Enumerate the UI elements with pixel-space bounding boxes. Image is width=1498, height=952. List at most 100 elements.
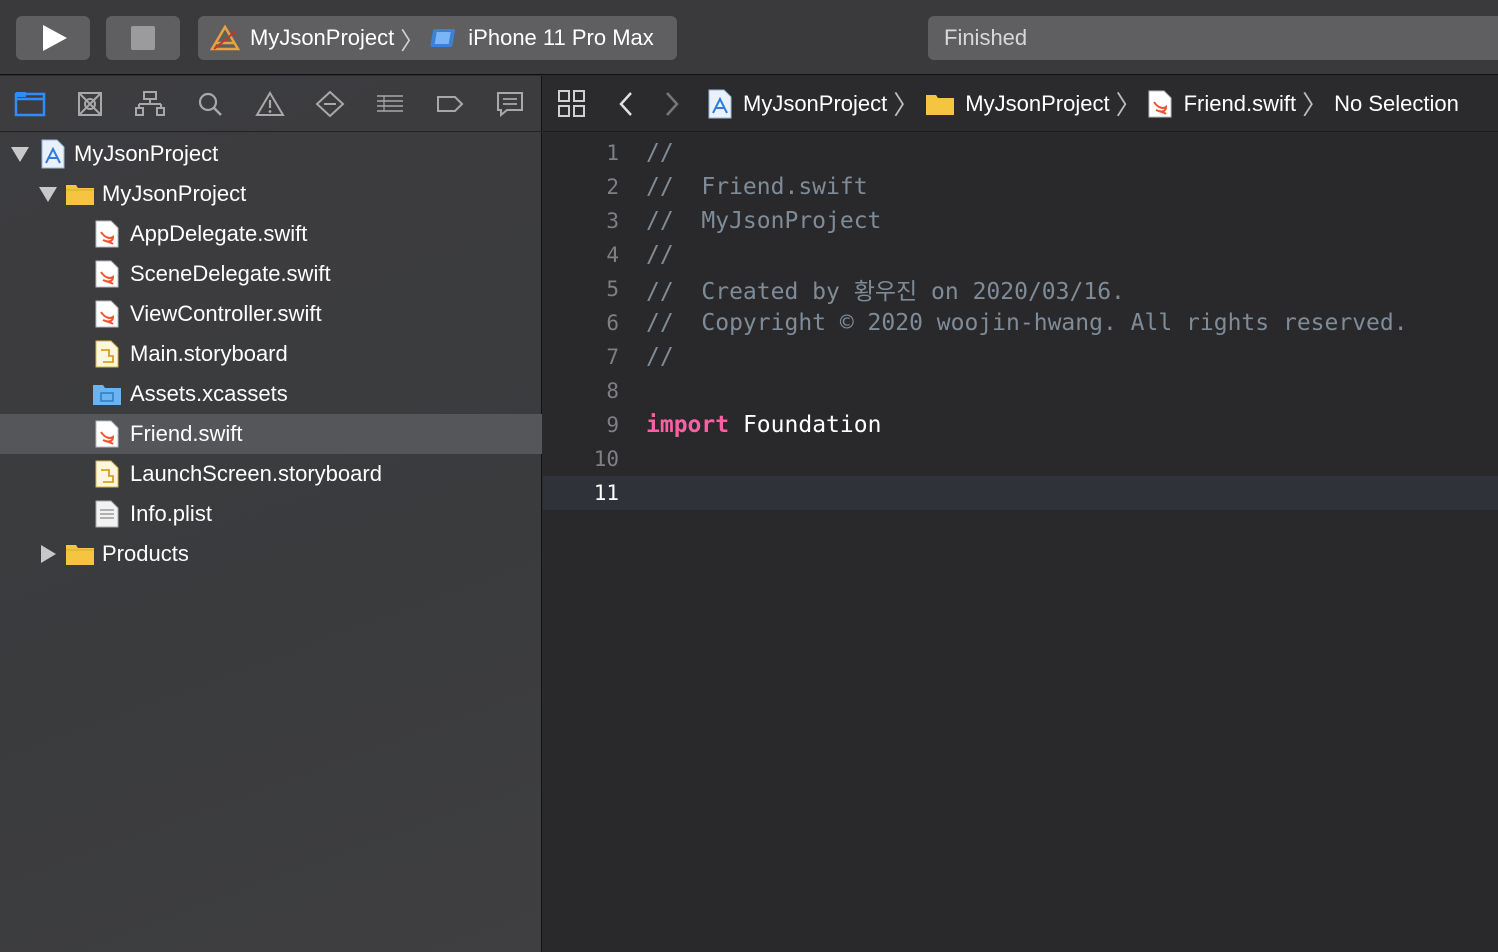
line-number: 4 (606, 243, 619, 267)
import-statement: import Foundation (646, 412, 881, 438)
source-editor: MyJsonProject 〉 MyJsonProject 〉 Friend.s… (543, 76, 1498, 952)
breakpoint-icon[interactable] (434, 88, 466, 120)
tree-item-file[interactable]: Main.storyboard (0, 334, 542, 374)
line-number: 7 (606, 345, 619, 369)
chevron-right-icon: 〉 (1115, 90, 1142, 120)
code-line: 8 (543, 374, 1498, 408)
swift-file-icon (95, 260, 119, 288)
source-control-icon[interactable] (74, 88, 106, 120)
disclosure-collapsed-icon[interactable] (41, 545, 56, 563)
comment-text: // MyJsonProject (646, 208, 882, 234)
line-number: 11 (593, 481, 619, 505)
code-line: 10 (543, 442, 1498, 476)
tree-label: Assets.xcassets (130, 381, 288, 406)
xcode-target-icon (209, 24, 241, 51)
jumpbar-group[interactable]: MyJsonProject (965, 91, 1109, 117)
run-button[interactable] (16, 16, 90, 60)
tree-label: Friend.swift (130, 421, 243, 446)
jumpbar-selection[interactable]: No Selection (1334, 91, 1459, 117)
scheme-selector[interactable]: MyJsonProject 〉 iPhone 11 Pro Max (198, 16, 677, 60)
plist-file-icon (95, 500, 119, 528)
forward-arrow-icon[interactable] (661, 89, 683, 119)
tree-label: AppDelegate.swift (130, 221, 308, 246)
tree-item-file[interactable]: Info.plist (0, 494, 542, 534)
issue-warning-icon[interactable] (254, 88, 286, 120)
tree-label: Main.storyboard (130, 341, 288, 366)
folder-icon (926, 94, 955, 115)
play-icon (43, 25, 67, 51)
tree-item-file[interactable]: SceneDelegate.swift (0, 254, 542, 294)
debug-navigator-icon[interactable] (374, 88, 406, 120)
stop-icon (131, 26, 155, 50)
scheme-device-label: iPhone 11 Pro Max (468, 25, 654, 50)
storyboard-file-icon (95, 340, 119, 368)
line-number: 2 (606, 175, 619, 199)
xcodeproj-icon (41, 139, 65, 169)
tree-item-file[interactable]: LaunchScreen.storyboard (0, 454, 542, 494)
disclosure-expanded-icon[interactable] (11, 146, 29, 162)
comment-text: // (646, 140, 674, 166)
tree-item-file[interactable]: ViewController.swift (0, 294, 542, 334)
tree-label: Info.plist (130, 501, 212, 526)
stop-button[interactable] (106, 16, 180, 60)
tree-label: ViewController.swift (130, 301, 322, 326)
code-line: 3 // MyJsonProject (543, 204, 1498, 238)
swift-file-icon (95, 300, 119, 328)
tree-item-group[interactable]: MyJsonProject (0, 174, 542, 214)
code-line: 5 // Created by 황우진 on 2020/03/16. (543, 272, 1498, 306)
tree-item-file-selected[interactable]: Friend.swift (0, 414, 542, 454)
report-icon[interactable] (494, 88, 526, 120)
jump-bar: MyJsonProject 〉 MyJsonProject 〉 Friend.s… (543, 76, 1498, 132)
back-arrow-icon[interactable] (615, 89, 637, 119)
swift-file-icon (1148, 90, 1172, 117)
folder-icon (66, 185, 94, 205)
find-icon[interactable] (194, 88, 226, 120)
line-number: 6 (606, 311, 619, 335)
storyboard-file-icon (95, 460, 119, 488)
code-line: 1 // (543, 136, 1498, 170)
code-area[interactable]: 1 // 2 // Friend.swift 3 // MyJsonProjec… (543, 136, 1498, 510)
code-line: 2 // Friend.swift (543, 170, 1498, 204)
keyword-import: import (646, 412, 730, 438)
jumpbar-file[interactable]: Friend.swift (1184, 91, 1296, 117)
line-number: 10 (593, 447, 619, 471)
swift-file-icon (95, 420, 119, 448)
code-line: 4 // (543, 238, 1498, 272)
code-line: 6 // Copyright © 2020 woojin-hwang. All … (543, 306, 1498, 340)
line-number: 1 (606, 141, 619, 165)
code-line: 9 import Foundation (543, 408, 1498, 442)
related-items-icon[interactable] (557, 89, 587, 119)
chevron-right-icon: 〉 (893, 90, 920, 120)
line-number: 9 (606, 413, 619, 437)
folder-icon (66, 545, 94, 565)
module-name: Foundation (742, 412, 882, 438)
tree-label: SceneDelegate.swift (130, 261, 331, 286)
activity-status: Finished (928, 16, 1498, 60)
tree-item-file[interactable]: AppDelegate.swift (0, 214, 542, 254)
tree-label: MyJsonProject (74, 141, 219, 166)
code-line: 7 // (543, 340, 1498, 374)
tree-item-project-root[interactable]: MyJsonProject (0, 134, 542, 174)
comment-text: // Friend.swift (646, 174, 868, 200)
disclosure-expanded-icon[interactable] (39, 186, 57, 202)
assets-folder-icon (93, 385, 121, 405)
tree-item-file[interactable]: Assets.xcassets (0, 374, 542, 414)
comment-text: // (646, 242, 674, 268)
chevron-right-icon: 〉 (400, 27, 425, 55)
jumpbar-project[interactable]: MyJsonProject (743, 91, 887, 117)
symbol-navigator-icon[interactable] (134, 88, 166, 120)
tree-label: Products (102, 541, 189, 566)
comment-text: // (646, 344, 674, 370)
xcodeproj-icon (708, 89, 732, 118)
toolbar: MyJsonProject 〉 iPhone 11 Pro Max Finish… (0, 0, 1498, 75)
project-navigator-icon[interactable] (14, 88, 46, 120)
tree-item-products[interactable]: Products (0, 534, 542, 574)
swift-file-icon (95, 220, 119, 248)
project-navigator: MyJsonProject MyJsonProject AppDelegate.… (0, 76, 542, 952)
navigator-tab-bar (0, 76, 542, 132)
line-number: 3 (606, 209, 619, 233)
tree-label: MyJsonProject (102, 181, 247, 206)
test-navigator-icon[interactable] (314, 88, 346, 120)
scheme-project-label: MyJsonProject (250, 25, 395, 50)
tree-label: LaunchScreen.storyboard (130, 461, 382, 486)
